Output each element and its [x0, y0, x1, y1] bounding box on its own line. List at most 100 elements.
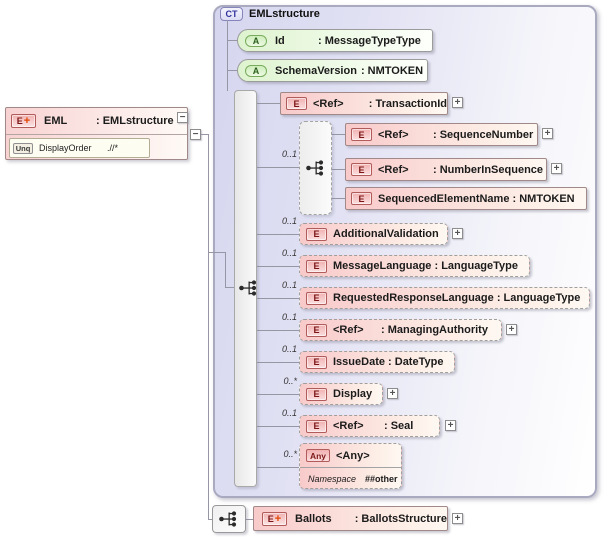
sequence-icon: [219, 511, 237, 527]
attribute-box-schemaversion[interactable]: A SchemaVersion : NMTOKEN: [237, 59, 428, 82]
namespace-label: Namespace: [308, 473, 357, 484]
element-row-issuedate[interactable]: E IssueDate : DateType: [299, 351, 455, 373]
element-row-ballots[interactable]: E + Ballots : BallotsStructure: [253, 506, 448, 531]
element-icon: E: [306, 291, 327, 305]
connector-line: [227, 20, 228, 91]
element-type: : BallotsStructure: [354, 512, 447, 525]
collapse-toggle[interactable]: −: [190, 129, 201, 140]
occurrence-label: 0..*: [283, 376, 297, 386]
expand-toggle[interactable]: +: [445, 420, 456, 431]
element-name: <Ref>: [333, 324, 364, 336]
element-type: : Seal: [384, 420, 414, 432]
element-name: <Ref>: [378, 163, 409, 176]
element-name: <Ref>: [333, 420, 364, 432]
element-icon: E: [306, 355, 327, 369]
element-row-additionalvalidation[interactable]: E AdditionalValidation: [299, 223, 448, 245]
connector-line: [208, 134, 209, 520]
element-row-sequencedelementname[interactable]: E SequencedElementName : NMTOKEN: [345, 187, 587, 210]
connector-line: [257, 426, 299, 427]
any-icon: Any: [306, 449, 330, 462]
connector-line: [332, 134, 345, 135]
element-row-seal[interactable]: E <Ref> : Seal: [299, 415, 440, 437]
element-row-numberinsequence[interactable]: E <Ref> : NumberInSequence: [345, 158, 547, 181]
occurrence-label: 0..1: [281, 312, 297, 322]
connector-line: [257, 103, 280, 104]
element-row-messagelanguage[interactable]: E MessageLanguage : LanguageType: [299, 255, 530, 277]
element-name: AdditionalValidation: [333, 228, 439, 240]
expand-toggle[interactable]: +: [551, 163, 562, 174]
connector-line: [228, 40, 237, 41]
connector-line: [257, 330, 299, 331]
constraint-name: DisplayOrder: [39, 143, 92, 153]
connector-line: [257, 394, 299, 395]
collapse-toggle[interactable]: −: [177, 112, 188, 123]
element-row-requestedresponselanguage[interactable]: E RequestedResponseLanguage : LanguageTy…: [299, 287, 590, 309]
element-icon: E: [351, 128, 372, 141]
sequence-icon: [239, 280, 257, 296]
connector-line: [257, 167, 299, 168]
occurrence-label: 0..1: [281, 344, 297, 354]
expand-toggle[interactable]: +: [452, 97, 463, 108]
element-name: <Any>: [336, 449, 370, 462]
expand-toggle[interactable]: +: [506, 324, 517, 335]
element-name: RequestedResponseLanguage : LanguageType: [333, 292, 581, 304]
attribute-name: Id: [275, 34, 285, 47]
expand-toggle[interactable]: +: [452, 228, 463, 239]
element-type: : TransactionId: [368, 97, 447, 110]
element-name: <Ref>: [313, 97, 344, 110]
occurrence-label: 0..1: [281, 248, 297, 258]
element-type: : ManagingAuthority: [381, 324, 488, 336]
element-row-sequencenumber[interactable]: E <Ref> : SequenceNumber: [345, 123, 538, 146]
connector-line: [228, 70, 237, 71]
element-row-display[interactable]: E Display: [299, 383, 383, 405]
element-row-managingauthority[interactable]: E <Ref> : ManagingAuthority: [299, 319, 502, 341]
element-box-eml[interactable]: E + EML : EMLstructure − Unq DisplayOrder…: [5, 107, 188, 160]
complex-type-title: EMLstructure: [249, 8, 320, 20]
element-row-transactionid[interactable]: E <Ref> : TransactionId: [280, 92, 448, 115]
element-type: : NumberInSequence: [433, 163, 544, 176]
attribute-type: : MessageTypeType: [318, 34, 421, 47]
unique-constraint[interactable]: Unq DisplayOrder .//*: [9, 138, 150, 158]
element-name: IssueDate : DateType: [333, 356, 444, 368]
element-icon: E +: [11, 114, 36, 128]
connector-line: [257, 362, 299, 363]
element-icon: E: [306, 387, 327, 401]
expand-toggle[interactable]: +: [452, 513, 463, 524]
connector-line: [208, 252, 226, 253]
attribute-icon: A: [245, 34, 267, 47]
element-name: SequencedElementName : NMTOKEN: [378, 192, 575, 205]
occurrence-label: 0..*: [283, 449, 297, 459]
element-type: : EMLstructure: [96, 115, 174, 127]
element-icon: E: [306, 227, 327, 241]
element-name: MessageLanguage : LanguageType: [333, 260, 519, 272]
attribute-box-id[interactable]: A Id : MessageTypeType: [237, 29, 433, 52]
unique-icon: Unq: [13, 142, 33, 154]
occurrence-label: 0..1: [281, 408, 297, 418]
sequence-compositor[interactable]: [212, 505, 246, 533]
element-name: <Ref>: [378, 128, 409, 141]
expand-toggle[interactable]: +: [542, 128, 553, 139]
element-icon: E: [286, 97, 307, 110]
namespace-value: ##other: [365, 473, 398, 484]
occurrence-label: 0..1: [281, 280, 297, 290]
element-type: : SequenceNumber: [433, 128, 534, 141]
connector-line: [332, 198, 345, 199]
connector-line: [257, 467, 299, 468]
schema-diagram: CT EMLstructure E + EML : EMLstructure − …: [0, 0, 608, 537]
element-icon: E: [351, 192, 372, 205]
occurrence-label: 0..1: [281, 149, 297, 159]
element-icon: E: [306, 323, 327, 337]
element-name: Ballots: [295, 512, 332, 525]
complex-type-badge: CT: [220, 7, 243, 21]
element-icon: E: [351, 163, 372, 176]
connector-line: [257, 298, 299, 299]
element-icon: E: [306, 259, 327, 273]
attribute-name: SchemaVersion: [275, 64, 357, 77]
element-name: Display: [333, 388, 373, 400]
connector-line: [246, 519, 253, 520]
expand-toggle[interactable]: +: [387, 388, 398, 399]
connector-line: [257, 266, 299, 267]
occurrence-label: 0..1: [281, 216, 297, 226]
attribute-icon: A: [245, 64, 267, 77]
element-row-any[interactable]: Any <Any> Namespace ##other: [299, 443, 402, 489]
